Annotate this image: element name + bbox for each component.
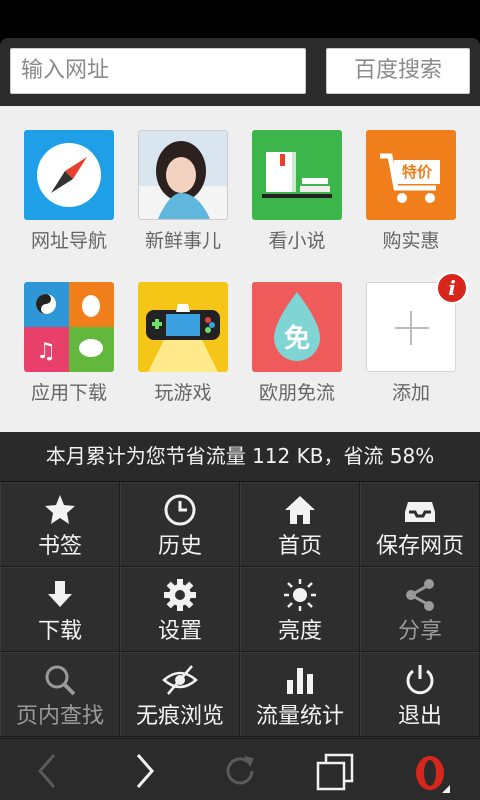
reload-icon — [226, 756, 254, 785]
speed-dial-news[interactable]: 新鲜事儿 — [138, 130, 230, 253]
menu-share[interactable]: 分享 — [360, 567, 480, 652]
menu-label: 历史 — [157, 534, 202, 559]
tile-label: 购实惠 — [382, 230, 440, 252]
opera-logo-icon — [416, 756, 450, 793]
back-button[interactable] — [0, 739, 96, 800]
tile-label: 看小说 — [268, 230, 326, 252]
menu-bookmarks[interactable]: 书签 — [0, 482, 120, 567]
info-badge-icon[interactable]: i — [436, 272, 468, 304]
menu-label: 退出 — [397, 704, 442, 729]
menu-home[interactable]: 首页 — [240, 482, 360, 567]
main-menu: 书签 历史 首页 保存网页 下载 设置 亮度 分享 页内查找 无痕浏览 流量统计… — [0, 482, 480, 738]
menu-find-in-page[interactable]: 页内查找 — [0, 652, 120, 737]
menu-label: 书签 — [37, 534, 82, 559]
menu-label: 流量统计 — [255, 704, 344, 729]
tray-icon — [405, 502, 435, 522]
gear-icon — [164, 579, 196, 611]
eye-off-icon — [162, 665, 198, 695]
speed-dial-shopping[interactable]: 特价 购实惠 — [366, 130, 458, 253]
speed-dial-novel[interactable]: 看小说 — [252, 130, 344, 253]
tile-label: 添加 — [391, 382, 430, 404]
power-icon — [406, 665, 434, 695]
books-icon — [252, 130, 342, 220]
reload-button[interactable] — [192, 739, 288, 800]
svg-text:♫: ♫ — [36, 339, 56, 364]
gamepad-icon — [138, 282, 228, 372]
speed-dial-apps[interactable]: ♫ 应用下载 — [24, 282, 116, 405]
url-input[interactable]: 输入网址 — [10, 48, 306, 94]
opera-menu-button[interactable] — [384, 739, 480, 800]
chevron-left-icon — [38, 754, 56, 788]
cart-icon: 特价 — [366, 130, 456, 220]
tabs-button[interactable] — [288, 739, 384, 800]
tile-label: 应用下载 — [30, 382, 107, 404]
speed-dial-games[interactable]: 玩游戏 — [138, 282, 230, 405]
menu-brightness[interactable]: 亮度 — [240, 567, 360, 652]
compass-icon — [24, 130, 114, 220]
forward-button[interactable] — [96, 739, 192, 800]
free-badge-text: 免 — [283, 324, 310, 354]
tabs-icon — [316, 753, 354, 791]
download-icon — [48, 581, 72, 607]
drop-free-icon: 免 — [252, 282, 342, 372]
search-icon — [45, 665, 76, 696]
menu-label: 页内查找 — [15, 704, 104, 729]
menu-download[interactable]: 下载 — [0, 567, 120, 652]
menu-history[interactable]: 历史 — [120, 482, 240, 567]
home-icon — [285, 496, 315, 524]
traffic-savings-text: 本月累计为您节省流量 112 KB，省流 58% — [0, 432, 480, 482]
speed-dial: 网址导航 新鲜事儿 看小说 特价 购实惠 ♫ 应用下载 玩游戏 免 欧朋免流 添… — [0, 106, 480, 432]
clock-icon — [164, 494, 196, 526]
chevron-right-icon — [136, 754, 154, 788]
status-bar — [0, 0, 480, 38]
photo-girl-icon — [138, 130, 228, 220]
menu-label: 亮度 — [277, 619, 322, 644]
menu-label: 保存网页 — [375, 534, 464, 559]
menu-label: 首页 — [277, 534, 322, 559]
tile-label: 网址导航 — [30, 230, 107, 252]
tile-label: 玩游戏 — [154, 382, 212, 404]
address-bar: 输入网址 百度搜索 — [0, 38, 480, 106]
menu-label: 设置 — [157, 619, 202, 644]
tile-label: 欧朋免流 — [258, 382, 335, 404]
menu-label: 分享 — [397, 619, 442, 644]
menu-traffic-stats[interactable]: 流量统计 — [240, 652, 360, 737]
tile-label: 新鲜事儿 — [144, 230, 221, 252]
menu-save-page[interactable]: 保存网页 — [360, 482, 480, 567]
menu-exit[interactable]: 退出 — [360, 652, 480, 737]
share-icon — [406, 579, 434, 611]
speed-dial-free-data[interactable]: 免 欧朋免流 — [252, 282, 344, 405]
sun-icon — [284, 579, 316, 611]
menu-label: 下载 — [37, 619, 82, 644]
cart-badge-text: 特价 — [401, 163, 432, 181]
bottom-toolbar — [0, 738, 480, 800]
bar-chart-icon — [287, 668, 313, 694]
baidu-search-button[interactable]: 百度搜索 — [326, 48, 470, 94]
menu-private-browsing[interactable]: 无痕浏览 — [120, 652, 240, 737]
star-icon — [45, 495, 75, 524]
apps-grid-icon: ♫ — [24, 282, 114, 372]
speed-dial-nav[interactable]: 网址导航 — [24, 130, 116, 253]
menu-label: 无痕浏览 — [135, 704, 224, 729]
menu-settings[interactable]: 设置 — [120, 567, 240, 652]
